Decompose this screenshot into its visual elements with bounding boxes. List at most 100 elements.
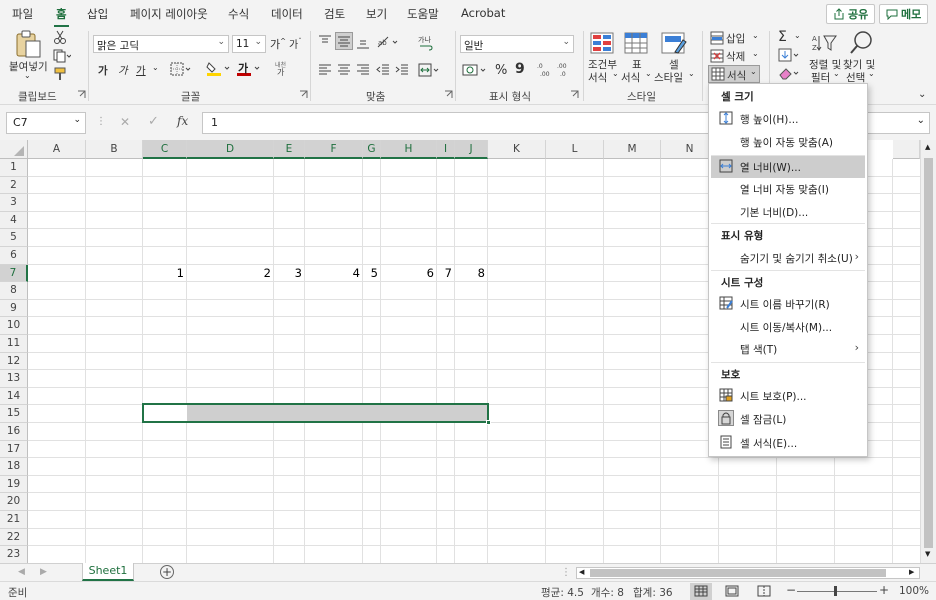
column-header-e[interactable]: E: [274, 140, 305, 159]
tab-data[interactable]: 데이터: [271, 6, 303, 22]
vertical-scroll-thumb[interactable]: [924, 158, 933, 548]
font-color-button[interactable]: 가: [236, 60, 262, 76]
conditional-formatting-button[interactable]: [590, 32, 614, 54]
row-header-20[interactable]: 20: [0, 493, 28, 511]
row-header-5[interactable]: 5: [0, 229, 28, 247]
insert-function-icon[interactable]: fx: [177, 114, 188, 128]
count-status[interactable]: 개수: 8: [591, 585, 624, 600]
collapse-ribbon-button[interactable]: ⌄: [918, 89, 926, 100]
row-header-18[interactable]: 18: [0, 458, 28, 476]
zoom-out-button[interactable]: −: [786, 583, 796, 597]
alignment-launcher-icon[interactable]: [444, 90, 453, 99]
number-launcher-icon[interactable]: [570, 90, 579, 99]
page-layout-view-button[interactable]: [725, 585, 739, 597]
border-button[interactable]: [170, 62, 192, 76]
decrease-font-size-button[interactable]: 가ˇ: [289, 36, 302, 51]
tab-review[interactable]: 검토: [324, 6, 345, 22]
accounting-format-button[interactable]: [462, 62, 488, 78]
name-box[interactable]: C7 ⌄: [6, 112, 86, 134]
tab-insert[interactable]: 삽입: [87, 6, 108, 22]
column-header-i[interactable]: I: [437, 140, 455, 159]
increase-decimal-button[interactable]: .0.00: [537, 61, 553, 77]
row-header-12[interactable]: 12: [0, 352, 28, 371]
autosum-button[interactable]: Σ: [778, 29, 787, 45]
next-sheet-icon[interactable]: ▶: [40, 567, 47, 577]
decrease-indent-button[interactable]: [376, 63, 390, 77]
cell-g7[interactable]: 5: [363, 265, 381, 282]
italic-button[interactable]: 가: [118, 63, 128, 78]
sheet-tab-sheet1[interactable]: Sheet1: [82, 563, 134, 581]
tab-acrobat[interactable]: Acrobat: [461, 6, 505, 20]
column-header-b[interactable]: B: [86, 140, 143, 159]
prev-sheet-icon[interactable]: ◀: [18, 567, 25, 577]
align-middle-button[interactable]: [335, 32, 353, 50]
scroll-up-icon[interactable]: ▲: [925, 143, 930, 151]
increase-font-size-button[interactable]: 가^: [270, 36, 286, 52]
zoom-slider-thumb[interactable]: [834, 586, 837, 596]
format-cells-button[interactable]: 서식 ⌄: [708, 65, 760, 83]
average-status[interactable]: 평균: 4.5: [541, 585, 584, 600]
row-header-2[interactable]: 2: [0, 176, 28, 195]
format-as-table-button[interactable]: [624, 32, 648, 54]
wrap-text-button[interactable]: 가나: [418, 35, 434, 51]
format-as-table-label-2[interactable]: 서식: [621, 70, 640, 85]
horizontal-scrollbar[interactable]: ◀ ▶: [576, 567, 920, 579]
row-header-10[interactable]: 10: [0, 317, 28, 335]
row-header-23[interactable]: 23: [0, 546, 28, 564]
normal-view-button[interactable]: [690, 583, 712, 600]
cell-d7[interactable]: 2: [187, 265, 274, 282]
align-center-button[interactable]: [337, 63, 351, 77]
align-bottom-button[interactable]: [356, 35, 370, 49]
cell-e7[interactable]: 3: [274, 265, 305, 282]
memo-button[interactable]: 메모: [879, 4, 929, 24]
column-header-m[interactable]: M: [604, 140, 661, 159]
number-format-combo[interactable]: 일반 ⌄: [460, 35, 574, 53]
menu-tab-color[interactable]: 탭 색(T) ›: [711, 338, 865, 360]
column-header-d[interactable]: D: [187, 140, 274, 159]
menu-hide-unhide[interactable]: 숨기기 및 숨기기 취소(U) ›: [711, 247, 865, 269]
cell-j7[interactable]: 8: [455, 265, 488, 282]
row-header-22[interactable]: 22: [0, 528, 28, 547]
column-header-j[interactable]: J: [455, 140, 488, 159]
zoom-in-button[interactable]: +: [879, 583, 889, 597]
orientation-button[interactable]: ab: [376, 35, 400, 49]
menu-protect-sheet[interactable]: 시트 보호(P)...: [711, 385, 865, 407]
row-header-17[interactable]: 17: [0, 440, 28, 459]
row-header-13[interactable]: 13: [0, 370, 28, 388]
row-header-16[interactable]: 16: [0, 423, 28, 441]
zoom-level[interactable]: 100%: [899, 585, 929, 597]
column-header-g[interactable]: G: [363, 140, 381, 159]
font-launcher-icon[interactable]: [299, 90, 308, 99]
copy-button[interactable]: [53, 49, 71, 63]
row-header-19[interactable]: 19: [0, 475, 28, 494]
menu-lock-cell[interactable]: 셀 잠금(L): [711, 408, 865, 430]
cell-i7[interactable]: 7: [437, 265, 455, 282]
fill-button[interactable]: [778, 48, 802, 62]
row-header-14[interactable]: 14: [0, 387, 28, 406]
horizontal-scroll-thumb[interactable]: [590, 569, 886, 577]
column-header-h[interactable]: H: [381, 140, 437, 159]
tab-view[interactable]: 보기: [366, 6, 387, 22]
menu-row-height[interactable]: 행 높이(H)...: [711, 108, 865, 130]
insert-cells-button[interactable]: 삽입 ⌄: [708, 30, 768, 46]
confirm-entry-icon[interactable]: ✓: [148, 114, 159, 129]
row-header-8[interactable]: 8: [0, 282, 28, 300]
column-header-a[interactable]: A: [28, 140, 86, 159]
align-top-button[interactable]: [318, 35, 332, 49]
expand-formula-bar-icon[interactable]: ⌄: [917, 115, 925, 126]
fill-handle[interactable]: [486, 420, 491, 425]
cell-c7[interactable]: 1: [143, 265, 187, 282]
column-header-c[interactable]: C: [143, 140, 187, 159]
clear-button[interactable]: [778, 66, 802, 80]
column-header-k[interactable]: K: [488, 140, 546, 159]
zoom-slider[interactable]: [797, 591, 877, 592]
cell-f7[interactable]: 4: [305, 265, 363, 282]
row-header-1[interactable]: 1: [0, 159, 28, 177]
comma-style-button[interactable]: 9: [515, 61, 525, 77]
tab-page-layout[interactable]: 페이지 레이아웃: [130, 6, 208, 22]
format-painter-button[interactable]: [53, 67, 67, 81]
scroll-down-icon[interactable]: ▼: [925, 550, 930, 558]
cell-h7[interactable]: 6: [381, 265, 437, 282]
menu-move-copy-sheet[interactable]: 시트 이동/복사(M)...: [711, 316, 865, 338]
page-break-view-button[interactable]: [757, 585, 771, 597]
